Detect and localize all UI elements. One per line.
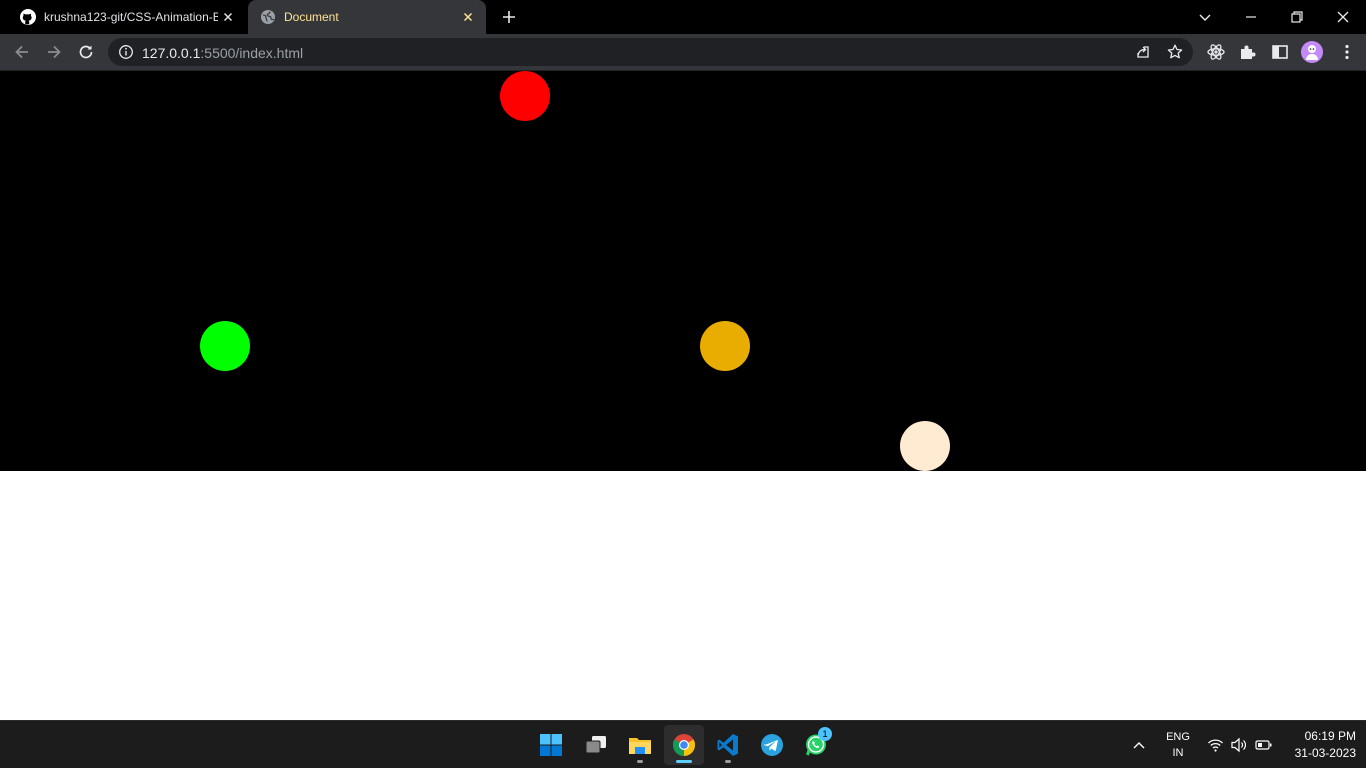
telegram-button[interactable] xyxy=(752,725,792,765)
react-devtools-icon[interactable] xyxy=(1206,42,1226,62)
reload-icon[interactable] xyxy=(76,42,96,62)
new-tab-icon[interactable] xyxy=(498,6,520,28)
clock-date: 31-03-2023 xyxy=(1294,746,1356,760)
tab-document[interactable]: Document xyxy=(248,0,486,34)
wifi-icon[interactable] xyxy=(1207,737,1224,753)
file-explorer-button[interactable] xyxy=(620,725,660,765)
vscode-icon xyxy=(717,734,738,756)
folder-icon xyxy=(629,738,651,754)
task-view-button[interactable] xyxy=(576,725,616,765)
tab-strip: krushna123-git/CSS-Animation-B Document xyxy=(0,0,1366,34)
task-view-icon xyxy=(585,736,606,754)
windows-taskbar: 1 ENG IN 06:19 PM 31-03-2023 xyxy=(0,720,1366,768)
language-indicator[interactable]: ENG IN xyxy=(1160,730,1196,762)
close-window-icon[interactable] xyxy=(1331,5,1355,29)
minimize-icon[interactable] xyxy=(1239,5,1263,29)
chrome-button[interactable] xyxy=(664,725,704,765)
chrome-icon xyxy=(673,734,695,756)
tab-github[interactable]: krushna123-git/CSS-Animation-B xyxy=(8,0,246,34)
notification-badge: 1 xyxy=(818,727,832,741)
volume-icon[interactable] xyxy=(1230,737,1248,753)
url-path: :5500/index.html xyxy=(200,45,304,61)
restore-icon[interactable] xyxy=(1285,5,1309,29)
telegram-icon xyxy=(761,734,783,756)
side-panel-icon[interactable] xyxy=(1270,42,1290,62)
animation-stage xyxy=(0,71,1366,471)
whatsapp-button[interactable]: 1 xyxy=(796,725,836,765)
profile-avatar-icon xyxy=(1306,45,1318,60)
windows-logo-icon xyxy=(540,734,562,756)
profile-avatar[interactable] xyxy=(1301,41,1323,63)
close-tab-icon[interactable] xyxy=(460,9,476,25)
orange-ball xyxy=(700,321,750,371)
extensions-icon[interactable] xyxy=(1238,42,1258,62)
url-host: 127.0.0.1 xyxy=(142,45,201,61)
globe-icon xyxy=(261,10,275,24)
running-indicator xyxy=(637,760,643,763)
vscode-button[interactable] xyxy=(708,725,748,765)
url-text: 127.0.0.1:5500/index.html xyxy=(142,45,303,61)
tab-title: Document xyxy=(284,10,339,24)
clock[interactable]: 06:19 PM 31-03-2023 xyxy=(1284,729,1356,761)
github-icon xyxy=(20,9,36,25)
forward-icon[interactable] xyxy=(44,42,64,62)
red-ball xyxy=(500,71,550,121)
running-indicator xyxy=(725,760,731,763)
battery-icon[interactable] xyxy=(1255,737,1273,753)
active-indicator xyxy=(676,760,692,763)
bookmark-star-icon[interactable] xyxy=(1166,43,1184,61)
cream-ball xyxy=(900,421,950,471)
show-hidden-icons-chevron-icon[interactable] xyxy=(1132,739,1146,751)
tab-search-chevron-icon[interactable] xyxy=(1193,5,1217,29)
tab-title: krushna123-git/CSS-Animation-B xyxy=(44,10,218,24)
address-bar[interactable]: 127.0.0.1:5500/index.html xyxy=(108,38,1193,66)
site-info-icon[interactable] xyxy=(118,44,134,60)
share-icon[interactable] xyxy=(1134,43,1152,61)
clock-time: 06:19 PM xyxy=(1304,729,1356,743)
close-tab-icon[interactable] xyxy=(220,9,236,25)
back-icon[interactable] xyxy=(12,42,32,62)
language-code: ENG xyxy=(1166,731,1190,743)
start-button[interactable] xyxy=(531,725,571,765)
more-menu-icon[interactable] xyxy=(1337,42,1357,62)
green-ball xyxy=(200,321,250,371)
region-code: IN xyxy=(1172,747,1184,759)
page-viewport xyxy=(0,71,1366,720)
browser-toolbar: 127.0.0.1:5500/index.html xyxy=(0,34,1366,70)
